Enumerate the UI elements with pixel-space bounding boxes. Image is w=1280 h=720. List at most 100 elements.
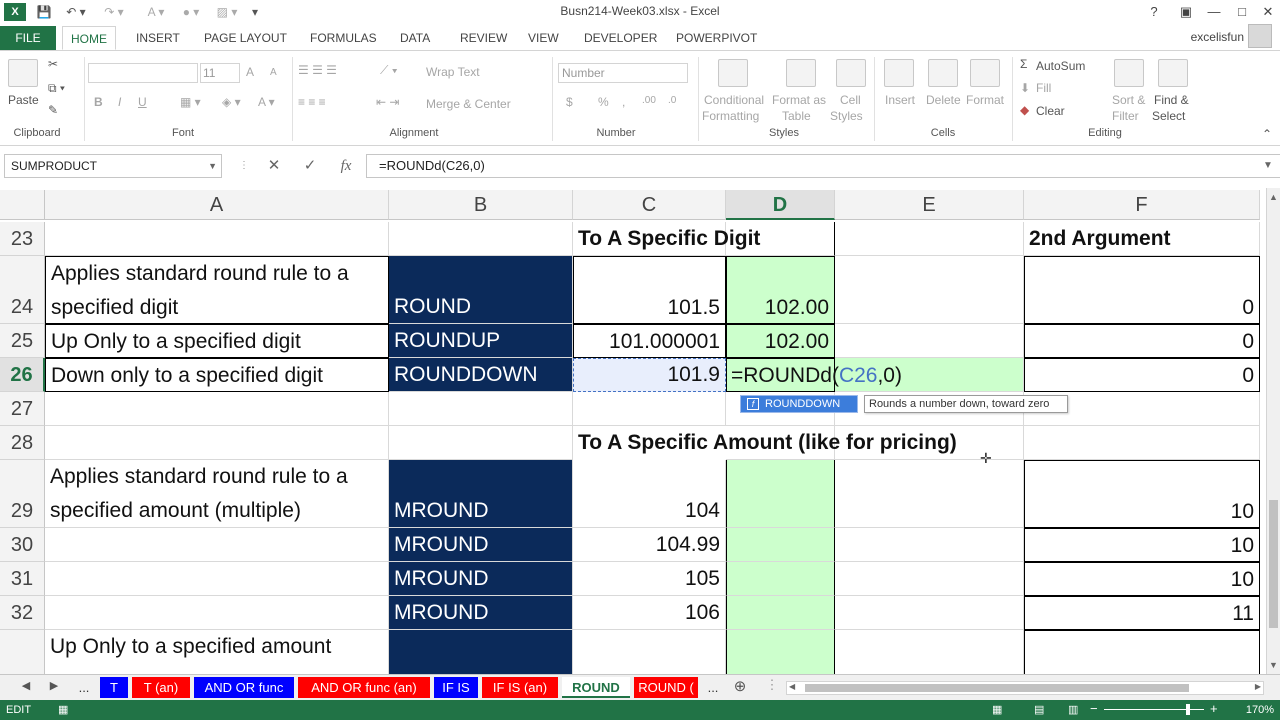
- expand-formula-bar-icon[interactable]: ▼: [1256, 156, 1280, 176]
- clear-icon[interactable]: ◆: [1020, 103, 1029, 117]
- cell-a31[interactable]: [45, 562, 389, 596]
- cell-a30[interactable]: [45, 528, 389, 562]
- sheet-tab-t-an[interactable]: T (an): [132, 677, 190, 698]
- cell-b24[interactable]: ROUND: [389, 256, 573, 324]
- cell-f25[interactable]: 0: [1024, 324, 1260, 358]
- row-header-29[interactable]: 29: [0, 460, 45, 528]
- column-header-c[interactable]: C: [573, 190, 726, 220]
- align-top-icon[interactable]: ☰ ☰ ☰: [298, 63, 337, 77]
- fill-icon[interactable]: ⬇: [1020, 81, 1030, 95]
- sheet-tab-if-is[interactable]: IF IS: [434, 677, 478, 698]
- insert-function-button[interactable]: fx: [334, 156, 358, 176]
- tab-home[interactable]: HOME: [62, 26, 116, 50]
- cell-styles-label2[interactable]: Styles: [830, 109, 863, 123]
- cell-f32[interactable]: 11: [1024, 596, 1260, 630]
- cell-c28[interactable]: To A Specific Amount (like for pricing): [573, 426, 957, 460]
- row-header-26[interactable]: 26: [0, 358, 45, 392]
- cell-e23[interactable]: [835, 222, 1024, 256]
- cell-a33[interactable]: Up Only to a specified amount: [45, 630, 389, 674]
- cell-b30[interactable]: MROUND: [389, 528, 573, 562]
- delete-cells-icon[interactable]: [928, 59, 958, 87]
- vertical-scrollbar[interactable]: ▲ ▼: [1266, 188, 1280, 674]
- cell-d31[interactable]: [726, 562, 835, 596]
- function-tooltip-name[interactable]: f ROUNDDOWN: [740, 395, 858, 413]
- sheet-tab-more-right[interactable]: ...: [700, 677, 726, 698]
- row-header-28[interactable]: 28: [0, 426, 45, 460]
- tab-data[interactable]: DATA: [392, 26, 438, 50]
- underline-button[interactable]: U: [138, 95, 147, 109]
- paste-button[interactable]: Paste: [8, 93, 39, 107]
- cell-b25[interactable]: ROUNDUP: [389, 324, 573, 358]
- cell-f28[interactable]: [1024, 426, 1260, 460]
- cell-d29[interactable]: [726, 460, 835, 528]
- cell-c30[interactable]: 104.99: [573, 528, 726, 562]
- wrap-text-button[interactable]: Wrap Text: [426, 65, 480, 79]
- fill-color-icon[interactable]: ◈ ▾: [222, 95, 241, 109]
- row-header-23[interactable]: 23: [0, 222, 45, 256]
- sort-filter-label2[interactable]: Filter: [1112, 109, 1139, 123]
- increase-decimal-button[interactable]: .00: [642, 95, 656, 106]
- autosum-icon[interactable]: Σ: [1020, 57, 1027, 71]
- chevron-down-icon[interactable]: ▼: [208, 155, 217, 177]
- row-header-24[interactable]: 24: [0, 256, 45, 324]
- tab-file[interactable]: FILE: [0, 26, 56, 50]
- tab-scroll-left-icon[interactable]: ◀: [18, 679, 34, 692]
- indent-icon[interactable]: ⇤ ⇥: [376, 95, 399, 109]
- formula-input[interactable]: =ROUNDd(C26,0): [366, 154, 1280, 178]
- cell-f29[interactable]: 10: [1024, 460, 1260, 528]
- avatar[interactable]: [1248, 24, 1272, 48]
- paste-icon[interactable]: [8, 59, 38, 87]
- sheet-tab-if-is-an[interactable]: IF IS (an): [482, 677, 558, 698]
- cell-b26[interactable]: ROUNDDOWN: [389, 358, 573, 392]
- cell-f24[interactable]: 0: [1024, 256, 1260, 324]
- collapse-ribbon-icon[interactable]: ⌃: [1262, 127, 1272, 141]
- cell-d24[interactable]: 102.00: [726, 256, 835, 324]
- column-header-f[interactable]: F: [1024, 190, 1260, 220]
- copy-icon[interactable]: ⧉ ▾: [48, 81, 65, 96]
- delete-cells-button[interactable]: Delete: [926, 93, 961, 107]
- sheet-tab-round[interactable]: ROUND: [562, 677, 630, 698]
- cell-f26[interactable]: 0: [1024, 358, 1260, 392]
- tab-developer[interactable]: DEVELOPER: [576, 26, 665, 50]
- cell-b32[interactable]: MROUND: [389, 596, 573, 630]
- zoom-out-icon[interactable]: −: [1090, 701, 1098, 716]
- vertical-scroll-thumb[interactable]: [1269, 500, 1278, 628]
- cell-a26[interactable]: Down only to a specified digit: [45, 358, 389, 392]
- grow-font-button[interactable]: A: [246, 65, 254, 79]
- cell-a32[interactable]: [45, 596, 389, 630]
- page-layout-view-icon[interactable]: ▤: [1034, 703, 1044, 716]
- tab-scroll-right-icon[interactable]: ▶: [46, 679, 62, 692]
- cell-f30[interactable]: 10: [1024, 528, 1260, 562]
- cell-a29[interactable]: Applies standard round rule to a specifi…: [45, 460, 389, 528]
- row-header-27[interactable]: 27: [0, 392, 45, 426]
- cell-c33[interactable]: [573, 630, 726, 674]
- cell-d25[interactable]: 102.00: [726, 324, 835, 358]
- find-select-label2[interactable]: Select: [1152, 109, 1185, 123]
- minimize-icon[interactable]: —: [1204, 2, 1224, 22]
- page-break-view-icon[interactable]: ▥: [1068, 703, 1078, 716]
- cell-a24[interactable]: Applies standard round rule to a specifi…: [45, 256, 389, 324]
- column-header-a[interactable]: A: [45, 190, 389, 220]
- cell-styles-label1[interactable]: Cell: [840, 93, 861, 107]
- column-header-d[interactable]: D: [726, 190, 835, 220]
- cell-e24[interactable]: [835, 256, 1024, 324]
- tab-review[interactable]: REVIEW: [452, 26, 515, 50]
- maximize-icon[interactable]: □: [1232, 2, 1252, 22]
- tab-splitter-icon[interactable]: ⋮: [764, 677, 780, 693]
- select-all-corner[interactable]: [0, 190, 45, 220]
- italic-button[interactable]: I: [118, 95, 121, 109]
- cell-e32[interactable]: [835, 596, 1024, 630]
- tab-page-layout[interactable]: PAGE LAYOUT: [196, 26, 295, 50]
- clear-button[interactable]: Clear: [1036, 104, 1065, 118]
- cell-a28[interactable]: [45, 426, 389, 460]
- row-header-25[interactable]: 25: [0, 324, 45, 358]
- cell-f23[interactable]: 2nd Argument: [1024, 222, 1260, 256]
- cell-b23[interactable]: [389, 222, 573, 256]
- cell-b29[interactable]: MROUND: [389, 460, 573, 528]
- cell-d32[interactable]: [726, 596, 835, 630]
- macro-record-icon[interactable]: ▦: [58, 703, 68, 716]
- cell-d23[interactable]: [726, 222, 835, 256]
- find-select-icon[interactable]: [1158, 59, 1188, 87]
- fill-button[interactable]: Fill: [1036, 81, 1051, 95]
- cell-d30[interactable]: [726, 528, 835, 562]
